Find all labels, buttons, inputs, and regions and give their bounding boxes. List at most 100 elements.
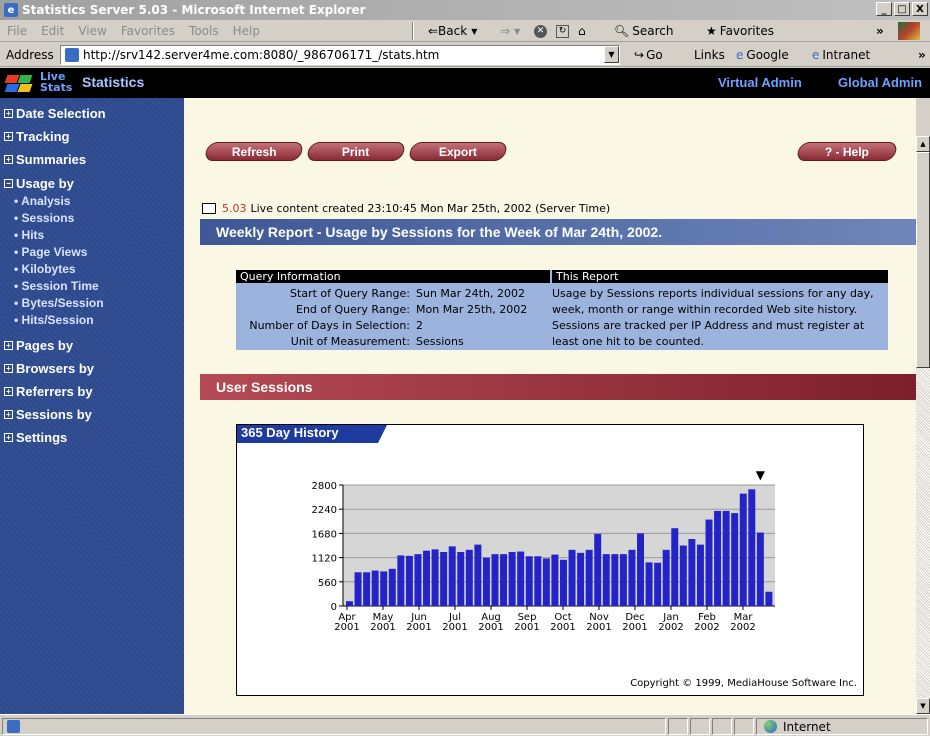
- back-button[interactable]: ⇐Back ▼: [428, 20, 477, 42]
- go-button[interactable]: ↪ Go: [634, 44, 663, 66]
- scroll-thumb[interactable]: [916, 152, 930, 368]
- x-tick-label: 2001: [442, 622, 467, 633]
- chart-bar: [465, 549, 473, 606]
- this-report-header: This Report: [552, 270, 888, 283]
- chart-bar: [354, 572, 362, 606]
- menu-file[interactable]: File: [0, 24, 34, 38]
- google-link[interactable]: e Google: [736, 44, 789, 66]
- chart-bar: [696, 544, 704, 606]
- sidebar-subitem-sessions[interactable]: • Sessions: [14, 211, 74, 225]
- y-tick-label: 1680: [312, 529, 337, 540]
- sidebar-item-label: Sessions by: [16, 407, 92, 422]
- chart-bar: [397, 555, 405, 606]
- query-value: Sessions: [416, 335, 464, 348]
- zone-label: Internet: [783, 719, 831, 734]
- sidebar-subitem-analysis[interactable]: • Analysis: [14, 194, 70, 208]
- menubar: File Edit View Favorites Tools Help ⇐Bac…: [0, 20, 930, 42]
- sidebar-subitem-bytes-session[interactable]: • Bytes/Session: [14, 296, 104, 310]
- refresh-button[interactable]: Refresh: [203, 142, 305, 161]
- menu-tools[interactable]: Tools: [182, 24, 226, 38]
- favorites-button[interactable]: ★ Favorites: [706, 20, 774, 42]
- address-input[interactable]: http://srv142.server4me.com:8080/_986706…: [60, 45, 620, 65]
- status-cell: [690, 718, 710, 735]
- menu-edit[interactable]: Edit: [34, 24, 71, 38]
- chart-bar: [482, 557, 490, 606]
- sidebar-item-tracking[interactable]: + Tracking: [4, 129, 69, 144]
- sidebar-item-summaries[interactable]: + Summaries: [4, 152, 86, 167]
- x-tick-label: 2001: [370, 622, 395, 633]
- main-content: Refresh Print Export ? - Help 5.03 Live …: [184, 98, 916, 714]
- x-tick-label: 2001: [334, 622, 359, 633]
- sidebar-item-sessions-by[interactable]: + Sessions by: [4, 407, 92, 422]
- expand-icon: +: [4, 132, 13, 141]
- chart-bar: [431, 549, 439, 606]
- sidebar-item-usage-by[interactable]: − Usage by: [4, 176, 74, 191]
- sidebar-item-settings[interactable]: + Settings: [4, 430, 67, 445]
- sidebar-item-label: Summaries: [16, 152, 87, 167]
- logo-stats: Stats: [40, 81, 73, 94]
- subitem-label: Sessions: [21, 211, 75, 225]
- intranet-link[interactable]: e Intranet: [812, 44, 870, 66]
- chart-bar: [765, 591, 773, 606]
- stop-icon[interactable]: ✕: [534, 20, 547, 42]
- chart-bar: [662, 549, 670, 606]
- back-label: ⇐Back: [428, 24, 468, 38]
- chevron-more-icon[interactable]: »: [918, 44, 926, 66]
- print-label: Print: [342, 144, 370, 159]
- sidebar-subitem-session-time[interactable]: • Session Time: [14, 279, 99, 293]
- sidebar-item-label: Referrers by: [16, 384, 93, 399]
- sidebar-item-date-selection[interactable]: + Date Selection: [4, 106, 106, 121]
- links-button[interactable]: Links: [694, 44, 725, 66]
- sidebar-item-browsers-by[interactable]: + Browsers by: [4, 361, 94, 376]
- export-label: Export: [438, 144, 477, 159]
- chart-panel: 365 Day History 0 560 1120 1680 2240 2800 ▼ Apr…: [236, 424, 864, 696]
- chart-bar: [722, 510, 730, 606]
- go-label: Go: [646, 48, 663, 62]
- address-dropdown-icon[interactable]: ▼: [604, 46, 619, 63]
- maximize-button[interactable]: □: [894, 2, 910, 16]
- close-button[interactable]: X: [912, 2, 928, 16]
- forward-button[interactable]: ⇒ ▼: [500, 20, 520, 42]
- chart-bar: [585, 549, 593, 606]
- header-title: Statistics: [82, 74, 145, 90]
- minimize-button[interactable]: _: [876, 2, 892, 16]
- sidebar-subitem-kilobytes[interactable]: • Kilobytes: [14, 262, 76, 276]
- y-tick-label: 0: [331, 602, 337, 613]
- chart-bar: [577, 552, 585, 606]
- query-value: Sun Mar 24th, 2002: [416, 287, 525, 300]
- chart-bar: [611, 554, 619, 606]
- collapse-icon: −: [4, 179, 13, 188]
- menu-help[interactable]: Help: [226, 24, 267, 38]
- subitem-label: Bytes/Session: [21, 296, 104, 310]
- chart-bar: [363, 572, 371, 606]
- status-cell: [668, 718, 688, 735]
- section-title: User Sessions: [200, 374, 916, 400]
- chart-bar: [637, 533, 644, 606]
- sidebar-subitem-page-views[interactable]: • Page Views: [14, 245, 87, 259]
- help-button[interactable]: ? - Help: [795, 142, 899, 161]
- home-icon[interactable]: ⌂: [578, 20, 586, 42]
- vertical-scrollbar[interactable]: ▲ ▼: [916, 136, 930, 714]
- refresh-icon[interactable]: ↻: [556, 20, 569, 42]
- addressbar: Address http://srv142.server4me.com:8080…: [0, 43, 930, 67]
- sidebar-item-referrers-by[interactable]: + Referrers by: [4, 384, 93, 399]
- menu-favorites[interactable]: Favorites: [114, 24, 182, 38]
- scroll-down-icon[interactable]: ▼: [916, 698, 930, 714]
- sidebar-subitem-hits[interactable]: • Hits: [14, 228, 44, 242]
- global-admin-link[interactable]: Global Admin: [838, 75, 922, 90]
- print-button[interactable]: Print: [305, 142, 407, 161]
- report-title: Weekly Report - Usage by Sessions for th…: [200, 219, 916, 245]
- export-button[interactable]: Export: [407, 142, 509, 161]
- chart-bar: [560, 559, 567, 606]
- menu-view[interactable]: View: [71, 24, 113, 38]
- sidebar-item-pages-by[interactable]: + Pages by: [4, 338, 73, 353]
- sidebar-subitem-hits-session[interactable]: • Hits/Session: [14, 313, 94, 327]
- scroll-up-icon[interactable]: ▲: [916, 136, 930, 152]
- subitem-label: Kilobytes: [21, 262, 76, 276]
- x-tick-label: 2001: [586, 622, 611, 633]
- this-report-text: Usage by Sessions reports individual ses…: [552, 287, 874, 348]
- virtual-admin-link[interactable]: Virtual Admin: [718, 75, 802, 90]
- search-button[interactable]: 🔍︎ Search: [614, 20, 673, 42]
- ie-icon: e: [4, 3, 18, 17]
- chevron-more-icon[interactable]: »: [876, 20, 884, 42]
